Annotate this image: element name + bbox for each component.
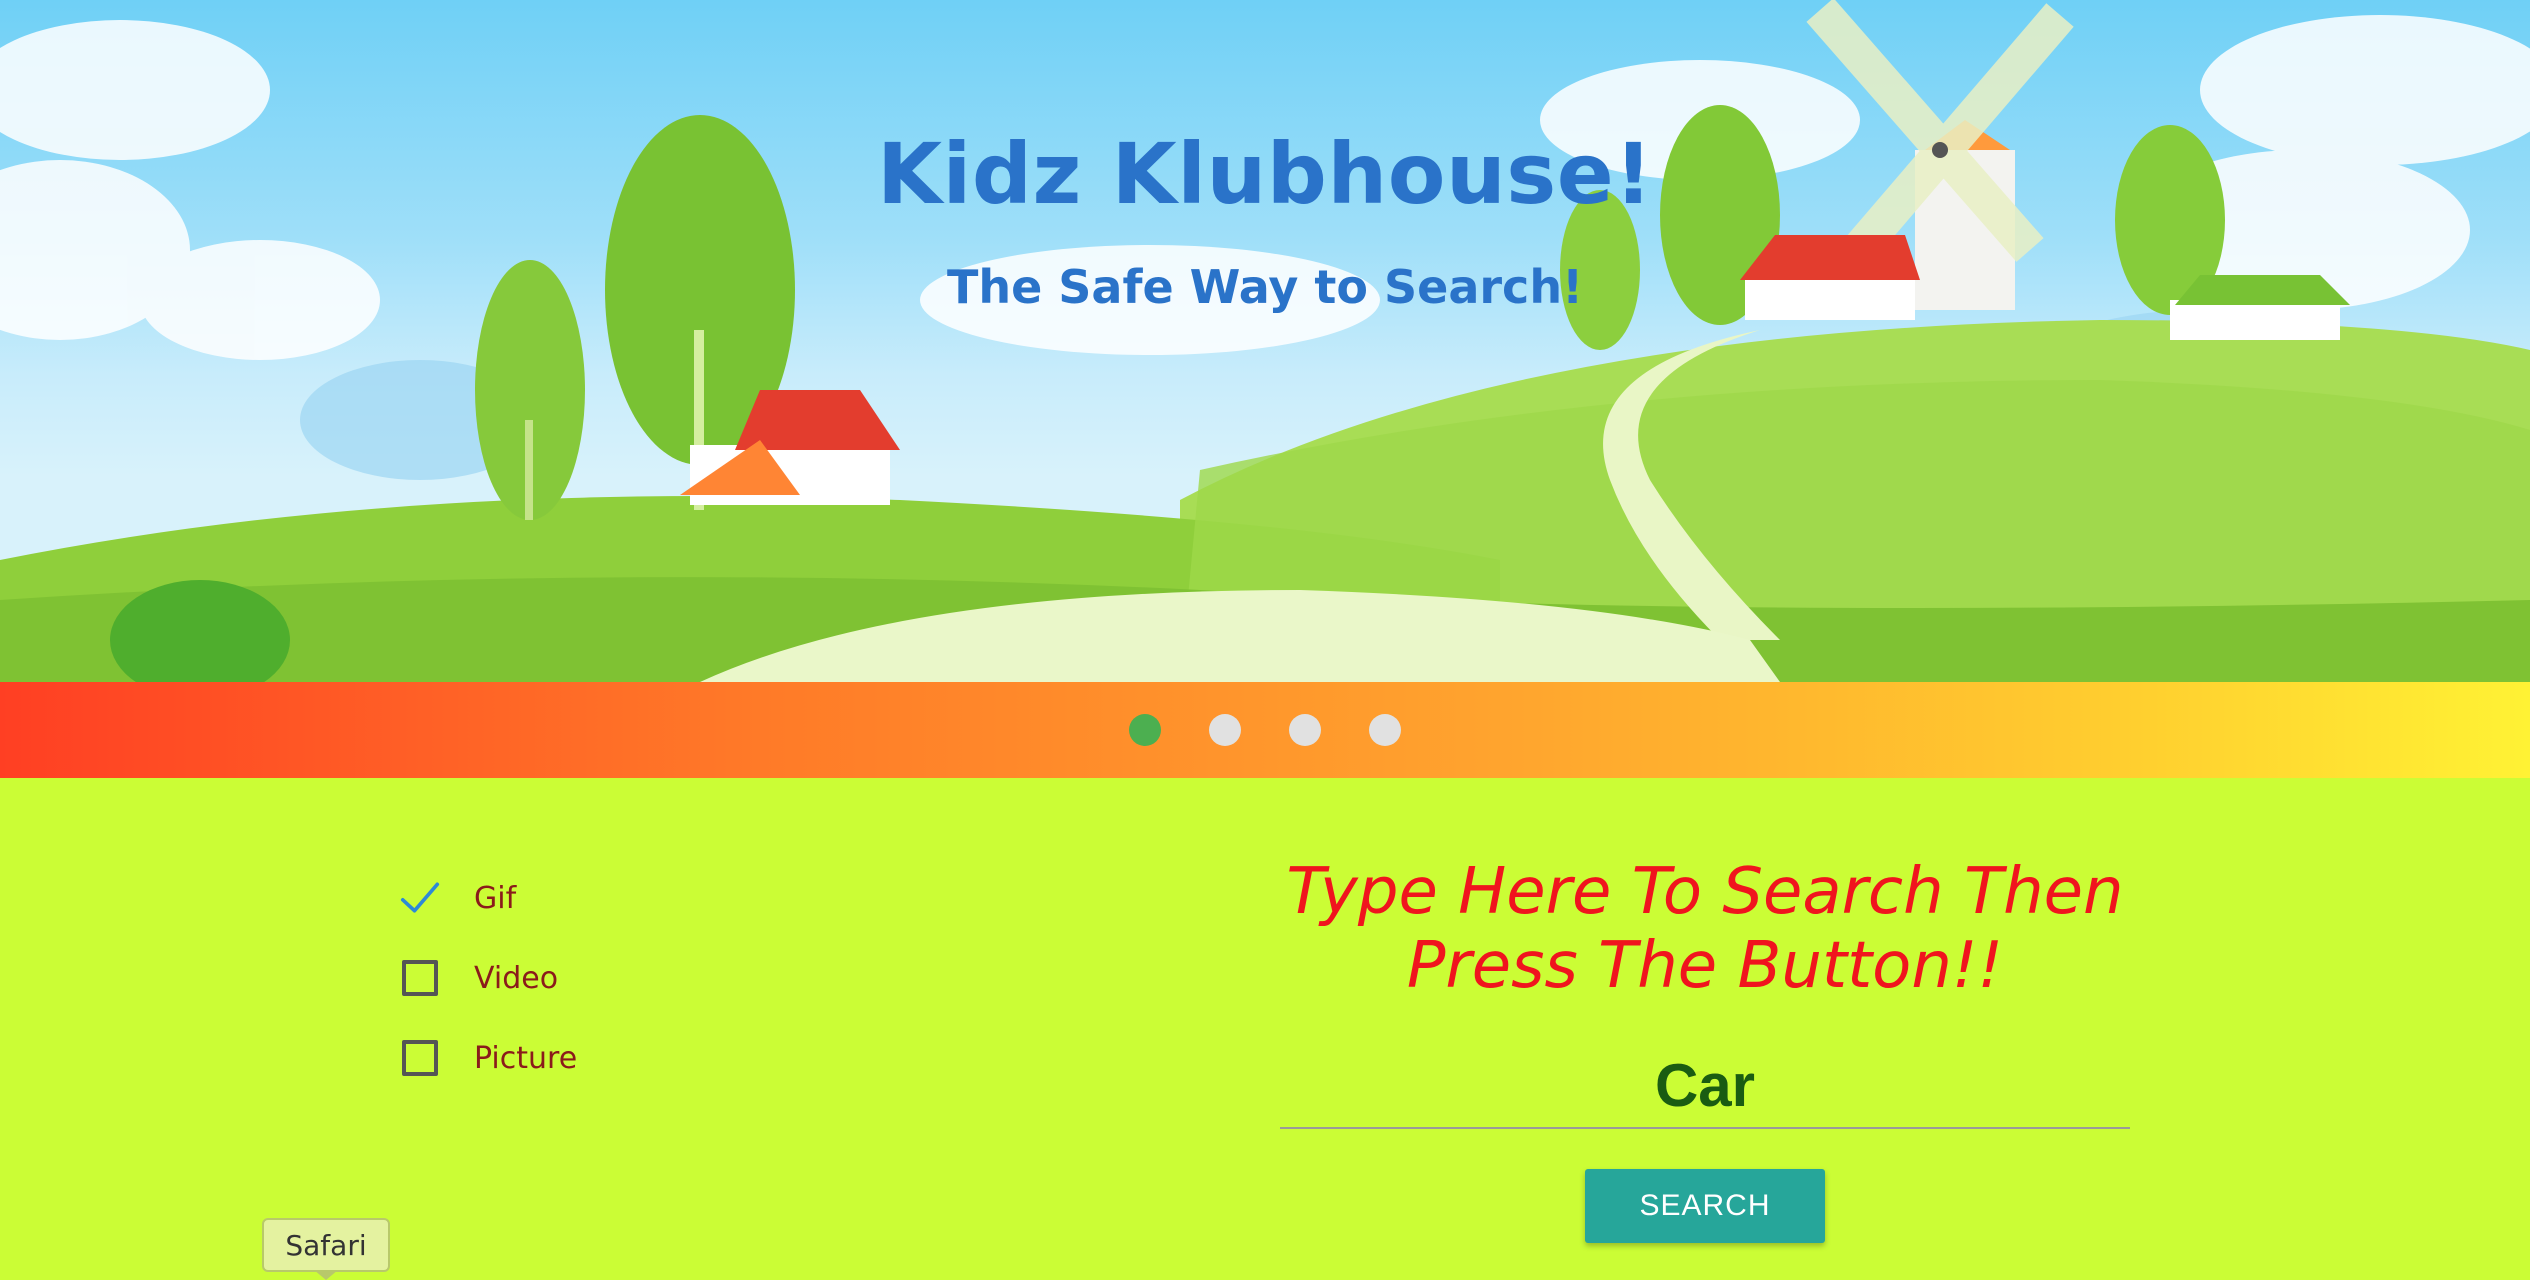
option-label-picture: Picture <box>474 1040 578 1076</box>
search-panel: Type Here To Search Then Press The Butto… <box>1280 855 2130 1243</box>
search-prompt: Type Here To Search Then Press The Butto… <box>1280 855 2130 1003</box>
checkbox-empty-icon[interactable] <box>400 1038 440 1078</box>
media-type-options: Gif Video Picture <box>400 858 577 1098</box>
option-picture[interactable]: Picture <box>400 1018 577 1098</box>
dock-tooltip: Safari <box>262 1218 390 1272</box>
hero-banner: Kidz Klubhouse! The Safe Way to Search! <box>0 0 2530 682</box>
page-title: Kidz Klubhouse! <box>876 125 1654 223</box>
search-input[interactable] <box>1280 1043 2130 1129</box>
option-label-gif: Gif <box>474 880 517 916</box>
carousel-dot-2[interactable] <box>1209 714 1241 746</box>
checkbox-empty-icon[interactable] <box>400 958 440 998</box>
carousel-dot-3[interactable] <box>1289 714 1321 746</box>
dock-tooltip-tail <box>314 1270 338 1280</box>
search-prompt-line-2: Press The Button!! <box>1406 929 2004 1003</box>
carousel-dot-4[interactable] <box>1369 714 1401 746</box>
option-label-video: Video <box>474 960 559 996</box>
landscape-illustration <box>0 0 2530 682</box>
carousel-indicator-bar <box>0 682 2530 778</box>
carousel-dot-1[interactable] <box>1129 714 1161 746</box>
page-subtitle: The Safe Way to Search! <box>946 260 1584 314</box>
option-gif[interactable]: Gif <box>400 858 577 938</box>
option-video[interactable]: Video <box>400 938 577 1018</box>
search-button[interactable]: SEARCH <box>1585 1169 1825 1243</box>
search-prompt-line-1: Type Here To Search Then <box>1286 855 2124 929</box>
checkmark-icon[interactable] <box>400 878 440 918</box>
